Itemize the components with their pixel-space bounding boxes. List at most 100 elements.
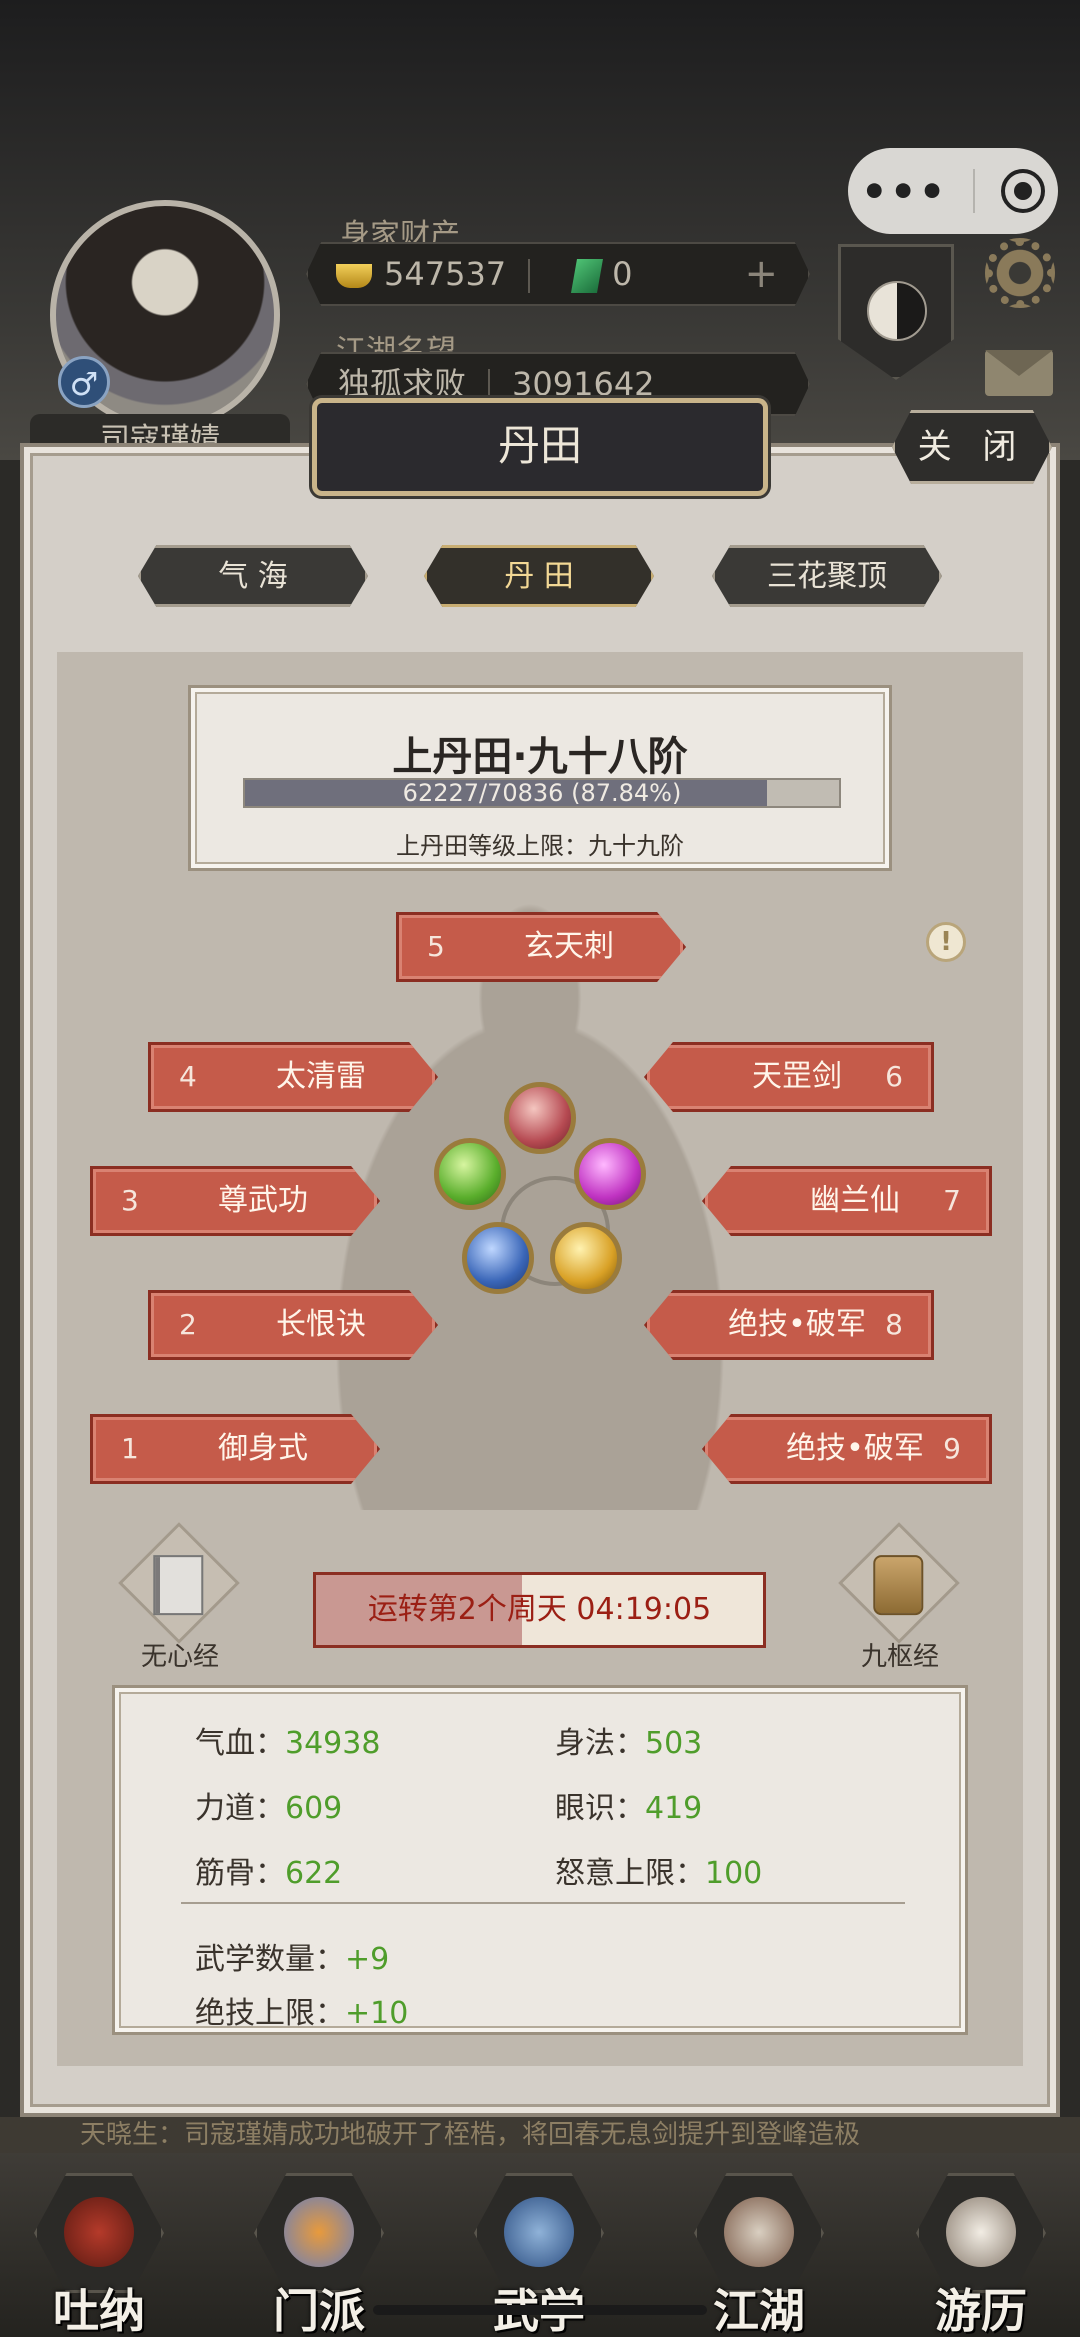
stat-label: 绝技上限： bbox=[195, 1996, 345, 2031]
skill-number: 6 bbox=[885, 1060, 903, 1093]
stat-value: +9 bbox=[345, 1942, 390, 1977]
skill-slot-7[interactable]: 幽兰仙 7 bbox=[702, 1166, 992, 1236]
wood-gem-icon[interactable] bbox=[434, 1138, 506, 1210]
skill-number: 7 bbox=[943, 1184, 961, 1217]
add-currency-button[interactable]: + bbox=[744, 244, 778, 304]
skill-number: 2 bbox=[179, 1308, 197, 1341]
left-book-label: 无心经 bbox=[140, 1642, 219, 1672]
close-button[interactable]: 关 闭 bbox=[892, 410, 1052, 484]
miniprogram-capsule: ••• bbox=[848, 148, 1058, 234]
skill-name: 玄天刺 bbox=[524, 929, 614, 964]
purple-gem-icon[interactable] bbox=[574, 1138, 646, 1210]
capsule-divider bbox=[973, 169, 976, 213]
skill-slot-8[interactable]: 绝技•破军 8 bbox=[644, 1290, 934, 1360]
metal-gem-icon[interactable] bbox=[550, 1222, 622, 1294]
skill-name: 绝技•破军 bbox=[728, 1307, 866, 1342]
level-cap: 上丹田等级上限：九十九阶 bbox=[396, 832, 684, 860]
stat-value: 34938 bbox=[285, 1726, 381, 1761]
skill-name: 御身式 bbox=[218, 1431, 308, 1466]
exit-target-icon[interactable] bbox=[1001, 169, 1046, 213]
stat-label: 力道： bbox=[195, 1791, 285, 1826]
skill-slot-3[interactable]: 3 尊武功 bbox=[90, 1166, 380, 1236]
nav-label: 门派 bbox=[273, 2284, 365, 2337]
cycle-timer[interactable]: 运转第2个周天 04:19:05 bbox=[313, 1572, 766, 1648]
skill-slot-4[interactable]: 4 太清雷 bbox=[148, 1042, 438, 1112]
jade-icon bbox=[571, 259, 604, 293]
meditation-icon bbox=[64, 2197, 134, 2267]
stat-label: 武学数量： bbox=[195, 1942, 345, 1977]
nav-jianghu[interactable]: 江湖 bbox=[684, 2167, 834, 2337]
stats-divider bbox=[181, 1902, 905, 1904]
skill-number: 5 bbox=[427, 930, 445, 963]
nav-label: 江湖 bbox=[713, 2284, 805, 2337]
sect-banner-icon bbox=[284, 2197, 354, 2267]
gold-ingot-icon bbox=[336, 264, 372, 288]
ingot-amount: 547537 bbox=[384, 255, 507, 293]
nav-menpai[interactable]: 门派 bbox=[244, 2167, 394, 2337]
stat-bone: 筋骨：622 bbox=[195, 1848, 342, 1892]
stat-value: 100 bbox=[705, 1856, 763, 1891]
martial-book-icon bbox=[504, 2197, 574, 2267]
skill-name: 幽兰仙 bbox=[810, 1183, 900, 1218]
stat-label: 怒意上限： bbox=[555, 1856, 705, 1891]
progress-bar: 62227/70836 (87.84%) bbox=[243, 778, 841, 808]
home-indicator bbox=[373, 2305, 707, 2315]
horse-icon bbox=[946, 2197, 1016, 2267]
stat-value: 622 bbox=[285, 1856, 343, 1891]
tab-dantian[interactable]: 丹 田 bbox=[424, 545, 654, 607]
mail-icon[interactable] bbox=[985, 350, 1053, 396]
stat-value: 609 bbox=[285, 1791, 343, 1826]
stat-hp: 气血：34938 bbox=[195, 1718, 380, 1762]
nav-tuna[interactable]: 吐纳 bbox=[24, 2167, 174, 2337]
stat-strength: 力道：609 bbox=[195, 1783, 342, 1827]
book-cover bbox=[153, 1555, 204, 1616]
nav-label: 吐纳 bbox=[53, 2284, 145, 2337]
level-card: 上丹田·九十八阶 62227/70836 (87.84%) 上丹田等级上限：九十… bbox=[188, 685, 892, 871]
water-gem-icon[interactable] bbox=[462, 1222, 534, 1294]
divider bbox=[528, 259, 531, 293]
stat-value: +10 bbox=[345, 1996, 409, 2031]
stats-card: 气血：34938 身法：503 力道：609 眼识：419 筋骨：622 怒意上… bbox=[112, 1685, 968, 2035]
skill-name: 天罡剑 bbox=[752, 1059, 842, 1094]
tab-qihai[interactable]: 气 海 bbox=[138, 545, 368, 607]
skill-name: 绝技•破军 bbox=[786, 1431, 924, 1466]
gender-male-icon: ♂ bbox=[58, 356, 110, 408]
stat-label: 筋骨： bbox=[195, 1856, 285, 1891]
stat-value: 419 bbox=[645, 1791, 703, 1826]
skill-slot-5[interactable]: 5 玄天刺 bbox=[396, 912, 686, 982]
skill-number: 4 bbox=[179, 1060, 197, 1093]
skill-name: 长恨诀 bbox=[276, 1307, 366, 1342]
skill-name: 太清雷 bbox=[276, 1059, 366, 1094]
more-menu-button[interactable]: ••• bbox=[861, 167, 948, 216]
stat-insight: 眼识：419 bbox=[555, 1783, 702, 1827]
stat-label: 气血： bbox=[195, 1726, 285, 1761]
wealth-bar: 547537 0 + bbox=[306, 242, 810, 306]
skill-slot-9[interactable]: 绝技•破军 9 bbox=[702, 1414, 992, 1484]
stat-agility: 身法：503 bbox=[555, 1718, 702, 1762]
stat-rage-cap: 怒意上限：100 bbox=[555, 1848, 762, 1892]
bamboo-hat-icon bbox=[724, 2197, 794, 2267]
skill-number: 3 bbox=[121, 1184, 139, 1217]
info-icon[interactable]: ! bbox=[926, 922, 966, 962]
gear-icon[interactable] bbox=[985, 238, 1055, 308]
dialog-title: 丹田 bbox=[312, 398, 768, 496]
skill-number: 1 bbox=[121, 1432, 139, 1465]
stat-label: 眼识： bbox=[555, 1791, 645, 1826]
skill-number: 9 bbox=[943, 1432, 961, 1465]
stat-ultimate-cap: 绝技上限：+10 bbox=[195, 1988, 408, 2032]
skill-number: 8 bbox=[885, 1308, 903, 1341]
level-title: 上丹田·九十八阶 bbox=[392, 734, 688, 780]
tab-sanhua-juding[interactable]: 三花聚顶 bbox=[712, 545, 942, 607]
stat-value: 503 bbox=[645, 1726, 703, 1761]
nav-youli[interactable]: 游历 bbox=[906, 2167, 1056, 2337]
fire-gem-icon[interactable] bbox=[504, 1082, 576, 1154]
nav-wuxue[interactable]: 武学 bbox=[464, 2167, 614, 2337]
stat-label: 身法： bbox=[555, 1726, 645, 1761]
skill-slot-6[interactable]: 天罡剑 6 bbox=[644, 1042, 934, 1112]
cycle-text: 运转第2个周天 04:19:05 bbox=[367, 1592, 712, 1627]
yin-yang-icon bbox=[867, 281, 927, 341]
skill-slot-2[interactable]: 2 长恨诀 bbox=[148, 1290, 438, 1360]
stat-martial-count: 武学数量：+9 bbox=[195, 1934, 389, 1978]
jade-amount: 0 bbox=[612, 255, 633, 293]
skill-slot-1[interactable]: 1 御身式 bbox=[90, 1414, 380, 1484]
